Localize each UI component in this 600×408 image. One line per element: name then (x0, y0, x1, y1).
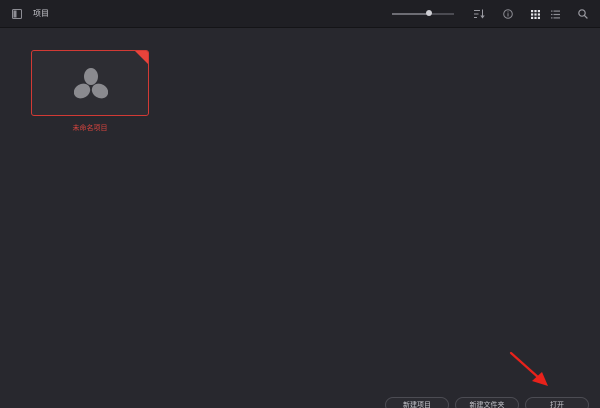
slider-thumb[interactable] (426, 10, 432, 16)
open-button[interactable]: 打开 (525, 397, 589, 408)
new-folder-button[interactable]: 新建文件夹 (455, 397, 519, 408)
new-project-button[interactable]: 新建项目 (385, 397, 449, 408)
list-view-icon[interactable] (551, 10, 560, 19)
project-manager-window: 项目 未命名项目 新建项目 新建文件夹 打开 (0, 0, 600, 408)
grid-view-icon[interactable] (531, 10, 540, 19)
search-icon[interactable] (578, 9, 588, 19)
annotation-arrow-icon (509, 351, 548, 386)
info-icon[interactable] (503, 9, 513, 19)
selected-corner-marker (135, 51, 148, 64)
davinci-resolve-logo-icon (74, 68, 108, 99)
thumbnail-size-slider[interactable] (392, 9, 454, 19)
top-toolbar: 项目 (0, 0, 600, 28)
project-name-label[interactable]: 未命名项目 (31, 124, 149, 133)
slider-fill (392, 13, 429, 15)
sidebar-toggle-icon[interactable] (12, 9, 22, 19)
sort-icon[interactable] (474, 9, 485, 19)
page-title: 项目 (33, 9, 49, 18)
project-card-untitled[interactable] (31, 50, 149, 116)
